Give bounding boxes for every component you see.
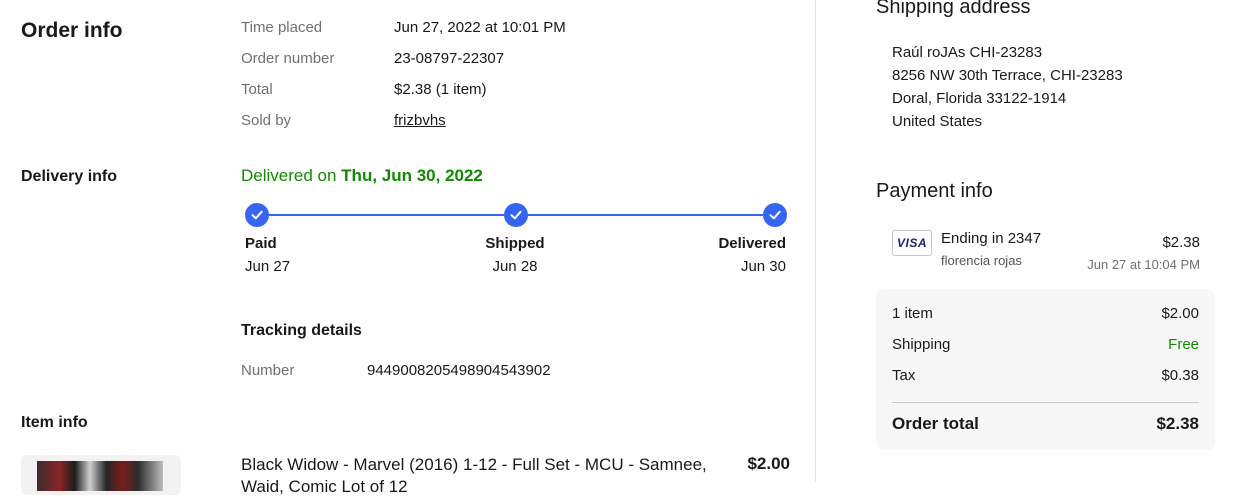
seller-link[interactable]: frizbvhs bbox=[394, 112, 446, 129]
delivery-status-date: Thu, Jun 30, 2022 bbox=[341, 166, 483, 185]
delivery-status-prefix: Delivered on bbox=[241, 166, 342, 185]
summary-tax-value: $0.38 bbox=[1161, 367, 1199, 384]
tracking-number-label: Number bbox=[241, 362, 295, 379]
step-shipped-date: Jun 28 bbox=[492, 258, 538, 275]
order-info-title: Order info bbox=[21, 19, 123, 42]
sold-by-label: Sold by bbox=[241, 112, 292, 129]
step-paid-label: Paid bbox=[245, 235, 277, 252]
summary-tax-label: Tax bbox=[892, 367, 916, 384]
summary-divider bbox=[892, 402, 1199, 403]
summary-row-shipping: Shipping Free bbox=[892, 336, 1199, 353]
step-shipped-label: Shipped bbox=[485, 235, 545, 252]
address-line-2: 8256 NW 30th Terrace, CHI-23283 bbox=[892, 67, 1123, 84]
payment-info-title: Payment info bbox=[876, 180, 993, 202]
shipping-address-title: Shipping address bbox=[876, 0, 1031, 18]
summary-items-label: 1 item bbox=[892, 305, 933, 322]
step-delivered-label: Delivered bbox=[718, 235, 786, 252]
time-placed-label: Time placed bbox=[241, 19, 323, 36]
address-line-1: Raúl roJAs CHI-23283 bbox=[892, 44, 1043, 61]
summary-items-value: $2.00 bbox=[1161, 305, 1199, 322]
total-value: $2.38 (1 item) bbox=[394, 81, 487, 98]
order-number-label: Order number bbox=[241, 50, 335, 67]
summary-shipping-label: Shipping bbox=[892, 336, 951, 353]
delivery-status: Delivered on Thu, Jun 30, 2022 bbox=[241, 166, 483, 186]
check-icon bbox=[763, 203, 787, 227]
item-price: $2.00 bbox=[747, 454, 790, 473]
order-total-value: $2.38 bbox=[1156, 414, 1199, 433]
column-divider bbox=[815, 0, 816, 482]
tracking-details-title: Tracking details bbox=[241, 322, 362, 339]
time-placed-value: Jun 27, 2022 at 10:01 PM bbox=[394, 19, 566, 36]
payment-timestamp: Jun 27 at 10:04 PM bbox=[1087, 257, 1200, 272]
tracking-number-value: 9449008205498904543902 bbox=[367, 362, 551, 379]
summary-row-items: 1 item $2.00 bbox=[892, 305, 1199, 322]
item-image bbox=[37, 461, 163, 491]
item-thumbnail[interactable] bbox=[21, 455, 181, 495]
card-ending: Ending in 2347 bbox=[941, 230, 1042, 247]
step-delivered-date: Jun 30 bbox=[740, 258, 786, 275]
order-total-label: Order total bbox=[892, 414, 979, 433]
item-title-line-2: Waid, Comic Lot of 12 bbox=[241, 477, 408, 496]
progress-line-2 bbox=[527, 214, 763, 216]
step-paid-date: Jun 27 bbox=[245, 258, 291, 275]
card-holder: florencia rojas bbox=[941, 253, 1022, 268]
address-line-3: Doral, Florida 33122-1914 bbox=[892, 90, 1067, 107]
order-summary: 1 item $2.00 Shipping Free Tax $0.38 Ord… bbox=[876, 289, 1215, 450]
order-number-value: 23-08797-22307 bbox=[394, 50, 505, 67]
progress-line-1 bbox=[268, 214, 504, 216]
item-title-link[interactable]: Black Widow - Marvel (2016) 1-12 - Full … bbox=[241, 454, 711, 498]
summary-row-total: Order total $2.38 bbox=[892, 414, 1199, 434]
check-icon bbox=[504, 203, 528, 227]
visa-card-icon: VISA bbox=[892, 230, 932, 256]
item-info-title: Item info bbox=[21, 414, 88, 431]
check-icon bbox=[245, 203, 269, 227]
total-label: Total bbox=[241, 81, 273, 98]
summary-row-tax: Tax $0.38 bbox=[892, 367, 1199, 384]
delivery-info-title: Delivery info bbox=[21, 168, 118, 185]
item-title-line-1: Black Widow - Marvel (2016) 1-12 - Full … bbox=[241, 455, 707, 474]
address-line-4: United States bbox=[892, 113, 983, 130]
summary-shipping-value: Free bbox=[1168, 336, 1199, 353]
payment-amount: $2.38 bbox=[1162, 234, 1200, 251]
